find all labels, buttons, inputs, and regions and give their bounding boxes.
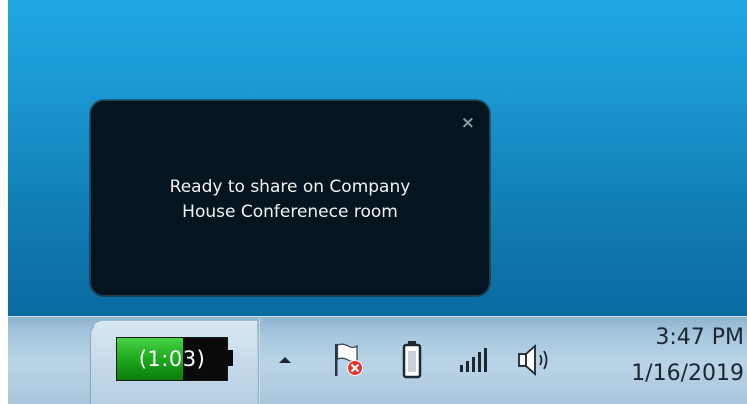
notification-message: Ready to share on Company House Conferen… xyxy=(169,177,411,222)
network-signal-icon[interactable] xyxy=(458,345,488,375)
battery-timer-label: (1:03) xyxy=(138,347,206,371)
screen: × Ready to share on Company House Confer… xyxy=(8,0,747,404)
taskbar-divider xyxy=(258,318,260,404)
clock-time: 3:47 PM xyxy=(655,325,744,350)
show-hidden-icons-arrow-icon[interactable] xyxy=(276,352,294,366)
battery-terminal xyxy=(227,350,233,366)
volume-speaker-icon[interactable] xyxy=(516,342,556,378)
desktop-background: × Ready to share on Company House Confer… xyxy=(8,0,747,316)
battery-icon[interactable] xyxy=(402,340,422,380)
close-icon[interactable]: × xyxy=(461,115,475,132)
action-center-flag-icon[interactable] xyxy=(331,341,365,379)
battery-timer-widget[interactable]: (1:03) xyxy=(116,337,228,381)
system-clock[interactable]: 3:47 PM 1/16/2019 xyxy=(576,320,744,392)
notification-toast[interactable]: × Ready to share on Company House Confer… xyxy=(90,100,490,296)
clock-date: 1/16/2019 xyxy=(631,361,744,386)
